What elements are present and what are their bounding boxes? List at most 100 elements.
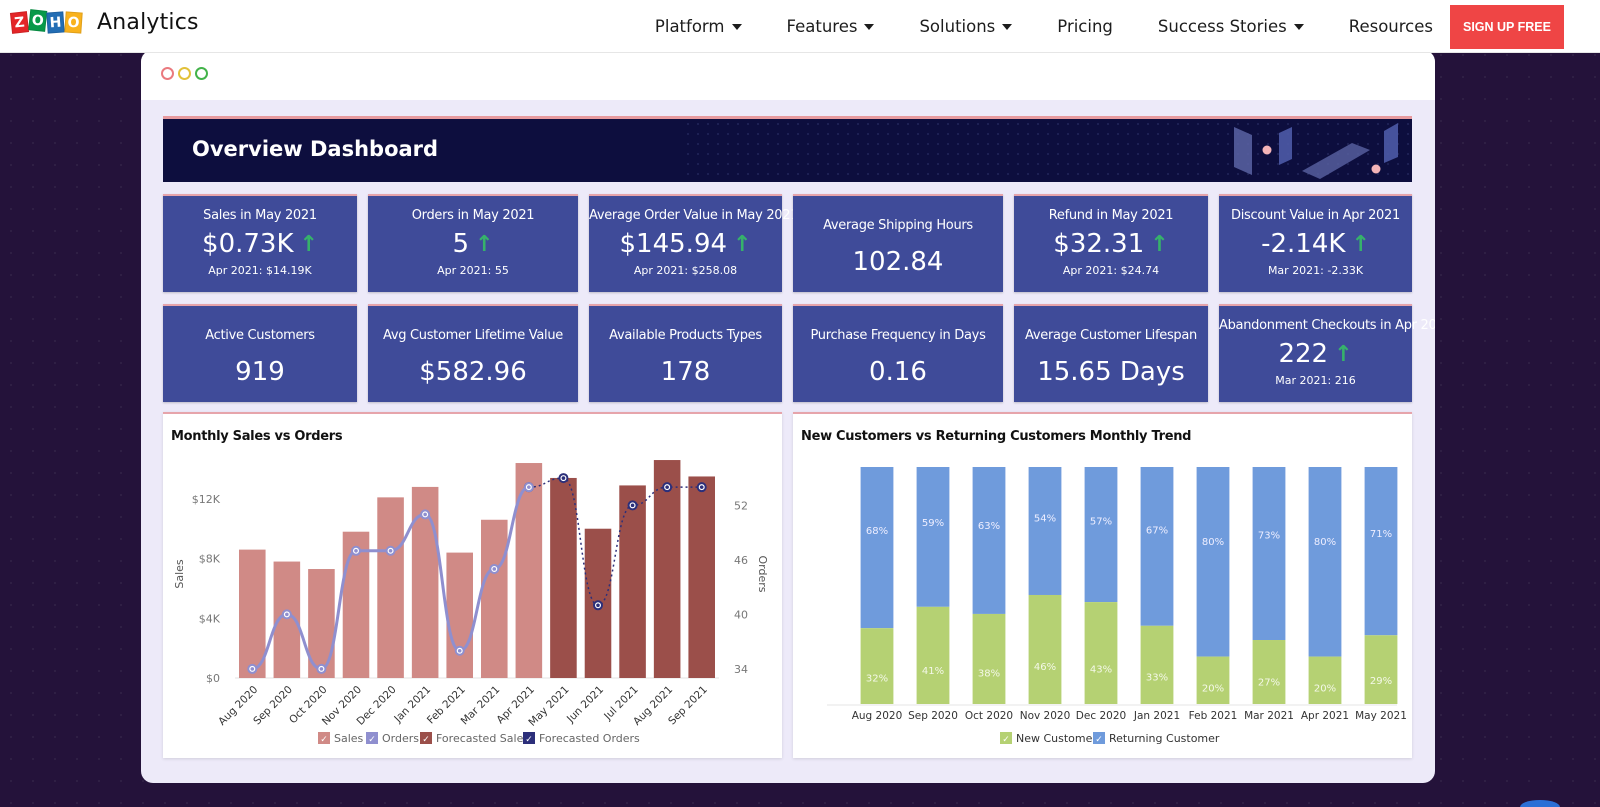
kpi-value: $32.31 [1053, 229, 1145, 259]
nav-item-label: Features [786, 17, 858, 36]
nav-item-resources[interactable]: Resources [1349, 17, 1433, 36]
y2-tick-label: 52 [734, 499, 748, 512]
trend-up-arrow-icon: ↑ [299, 231, 318, 257]
point-center [665, 485, 669, 489]
kpi-tile[interactable]: Active Customers 919 [163, 304, 357, 402]
kpi-value-row: $582.96 [368, 357, 578, 387]
point-center [250, 667, 255, 671]
data-label: 54% [1034, 514, 1056, 525]
point-center [423, 512, 427, 517]
data-label: 63% [978, 521, 1000, 532]
data-label: 29% [1370, 676, 1392, 687]
kpi-title: Average Customer Lifespan [1025, 328, 1197, 343]
data-label: 80% [1202, 537, 1224, 548]
legend-check-icon: ✓ [320, 735, 328, 745]
logo-letter: O [28, 9, 48, 32]
bar-returning-customer [1084, 467, 1118, 603]
kpi-value-row: 102.84 [793, 247, 1003, 277]
kpi-comparison: Mar 2021: 216 [1275, 374, 1356, 387]
kpi-value-row: -2.14K ↑ [1219, 229, 1412, 259]
data-label: 27% [1258, 678, 1280, 689]
bar-new-customer [1252, 640, 1286, 704]
y-tick-label: $8K [199, 553, 221, 566]
nav-item-label: Resources [1348, 17, 1433, 36]
kpi-value-row: 0.16 [793, 357, 1003, 387]
x-tick-label: Feb 2021 [1189, 710, 1238, 722]
nav-item-success-stories[interactable]: Success Stories [1158, 17, 1304, 36]
nav-item-solutions[interactable]: Solutions [919, 17, 1013, 36]
kpi-comparison: Apr 2021: 55 [437, 264, 509, 277]
sign-up-free-button[interactable]: SIGN UP FREE [1450, 4, 1564, 49]
customers-trend-chart: 68% 32% Aug 2020 59% 41% Sep 2020 63% 38% Oct 20… [827, 467, 1407, 745]
kpi-value-row: 178 [589, 357, 782, 387]
kpi-value: 919 [235, 357, 285, 387]
window-title-bar [141, 50, 1435, 100]
legend-check-icon: ✓ [1095, 735, 1103, 745]
nav-item-label: Pricing [1057, 17, 1113, 36]
legend-label: New Customer [1016, 732, 1097, 745]
dashboard-title: Overview Dashboard [192, 137, 439, 161]
kpi-tile[interactable]: Orders in May 2021 5 ↑ Apr 2021: 55 [368, 194, 578, 292]
kpi-tile[interactable]: Abandonment Checkouts in Apr 2021 222 ↑ Mar… [1219, 304, 1435, 402]
y-tick-label: $4K [199, 612, 221, 625]
point-center [561, 476, 566, 480]
kpi-value: $145.94 [619, 229, 728, 259]
caret-down-icon [1002, 23, 1013, 30]
product-name: Analytics [97, 10, 199, 35]
legend-label: Forecasted Sales [436, 732, 529, 745]
nav-menu: Platform Features Solutions Pricing Succ… [655, 0, 1600, 53]
legend-label: Returning Customer [1109, 732, 1220, 745]
bar-forecasted-sales [653, 460, 681, 678]
point-center [388, 548, 393, 553]
logo-letter: O [64, 11, 83, 34]
nav-item-platform[interactable]: Platform [655, 17, 742, 36]
bar-forecasted-sales [619, 485, 646, 678]
x-tick-label: Sep 2020 [908, 710, 958, 722]
logo-letter: H [46, 11, 65, 34]
data-label: 20% [1202, 683, 1224, 694]
logo-link[interactable]: Z O H O Analytics [9, 9, 199, 35]
point-center [596, 603, 600, 608]
nav-item-pricing[interactable]: Pricing [1057, 17, 1113, 36]
chat-widget-button[interactable] [1520, 800, 1560, 807]
kpi-tile[interactable]: Refund in May 2021 $32.31 ↑ Apr 2021: $24.7… [1014, 194, 1208, 292]
bar-new-customer [916, 606, 950, 704]
kpi-tile[interactable]: Discount Value in Apr 2021 -2.14K ↑ Mar 202… [1219, 194, 1412, 292]
kpi-value: 102.84 [852, 247, 944, 277]
kpi-title: Available Products Types [609, 328, 762, 343]
trend-up-arrow-icon: ↑ [1351, 231, 1370, 257]
legend-label: Forecasted Orders [539, 732, 640, 745]
logo-letter: Z [9, 11, 30, 34]
data-label: 33% [1146, 673, 1168, 684]
kpi-title: Abandonment Checkouts in Apr 2021 [1219, 318, 1435, 333]
point-center [457, 648, 462, 653]
kpi-title: Average Order Value in May 2021 [589, 208, 799, 223]
kpi-title: Sales in May 2021 [203, 208, 317, 223]
monthly-sales-vs-orders-panel: Monthly Sales vs Orders $0 $4K $8K $12K 34 40… [163, 412, 782, 758]
monthly-sales-vs-orders-chart: $0$4K$8K$12K34404652Sales OrdersAug 2020S… [173, 460, 769, 745]
x-tick-label: Dec 2020 [1076, 710, 1126, 722]
kpi-tile[interactable]: Average Order Value in May 2021 $145.94 ↑ A… [589, 194, 799, 292]
y-tick-label: $12K [192, 493, 221, 506]
legend-check-icon: ✓ [422, 735, 430, 745]
bar-returning-customer [972, 467, 1006, 614]
kpi-value: 5 [452, 229, 470, 259]
kpi-tile[interactable]: Available Products Types 178 [589, 304, 782, 402]
nav-item-features[interactable]: Features [787, 17, 875, 36]
legend-check-icon: ✓ [525, 735, 533, 745]
kpi-tile[interactable]: Average Customer Lifespan 15.65 Days [1014, 304, 1208, 402]
data-label: 57% [1090, 516, 1112, 527]
data-label: 67% [1146, 525, 1168, 536]
kpi-tile[interactable]: Avg Customer Lifetime Value $582.96 [368, 304, 578, 402]
bar-returning-customer [1196, 467, 1230, 657]
bar-sales [239, 549, 266, 678]
kpi-tile[interactable]: Average Shipping Hours 102.84 [793, 194, 1003, 292]
y2-tick-label: 40 [734, 608, 748, 621]
kpi-value: 0.16 [869, 357, 927, 387]
kpi-tile[interactable]: Purchase Frequency in Days 0.16 [793, 304, 1003, 402]
bar-returning-customer [1140, 467, 1174, 626]
kpi-tile[interactable]: Sales in May 2021 $0.73K ↑ Apr 2021: $14.19… [163, 194, 357, 292]
kpi-title: Orders in May 2021 [411, 208, 535, 223]
trend-up-arrow-icon: ↑ [733, 231, 752, 257]
kpi-value: $0.73K [202, 229, 294, 259]
